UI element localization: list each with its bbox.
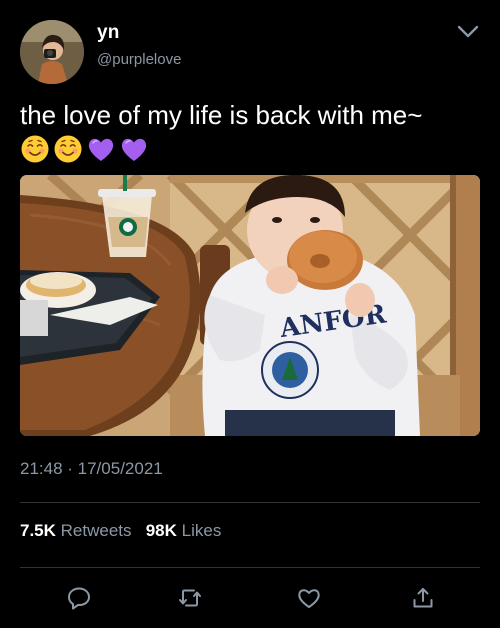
tweet: yn @purplelove the love of my life is ba… [0, 0, 500, 628]
divider [20, 567, 480, 568]
divider [20, 502, 480, 503]
tweet-text: the love of my life is back with me~ [20, 100, 423, 130]
user-handle[interactable]: @purplelove [97, 51, 181, 68]
retweets-label: Retweets [60, 521, 132, 540]
tweet-photo[interactable]: ANFOR [20, 175, 480, 436]
chevron-down-icon[interactable] [456, 22, 480, 40]
reply-icon[interactable] [66, 585, 92, 611]
tweet-stats: 7.5K Retweets 98K Likes [20, 521, 221, 541]
share-icon[interactable] [410, 585, 436, 611]
purple-heart-emoji [88, 138, 114, 161]
like-icon[interactable] [296, 585, 322, 611]
likes-stat[interactable]: 98K Likes [146, 521, 222, 540]
retweet-icon[interactable] [177, 585, 203, 611]
purple-heart-emoji [121, 138, 147, 161]
likes-label: Likes [181, 521, 222, 540]
smiling-face-emoji [54, 135, 82, 163]
retweets-stat[interactable]: 7.5K Retweets [20, 521, 136, 540]
tweet-timestamp[interactable]: 21:48 · 17/05/2021 [20, 459, 163, 479]
retweets-count: 7.5K [20, 521, 56, 540]
smiling-face-emoji [21, 135, 49, 163]
display-name[interactable]: yn [97, 22, 120, 44]
likes-count: 98K [145, 521, 177, 540]
avatar[interactable] [20, 20, 84, 84]
emoji-row [20, 134, 149, 164]
